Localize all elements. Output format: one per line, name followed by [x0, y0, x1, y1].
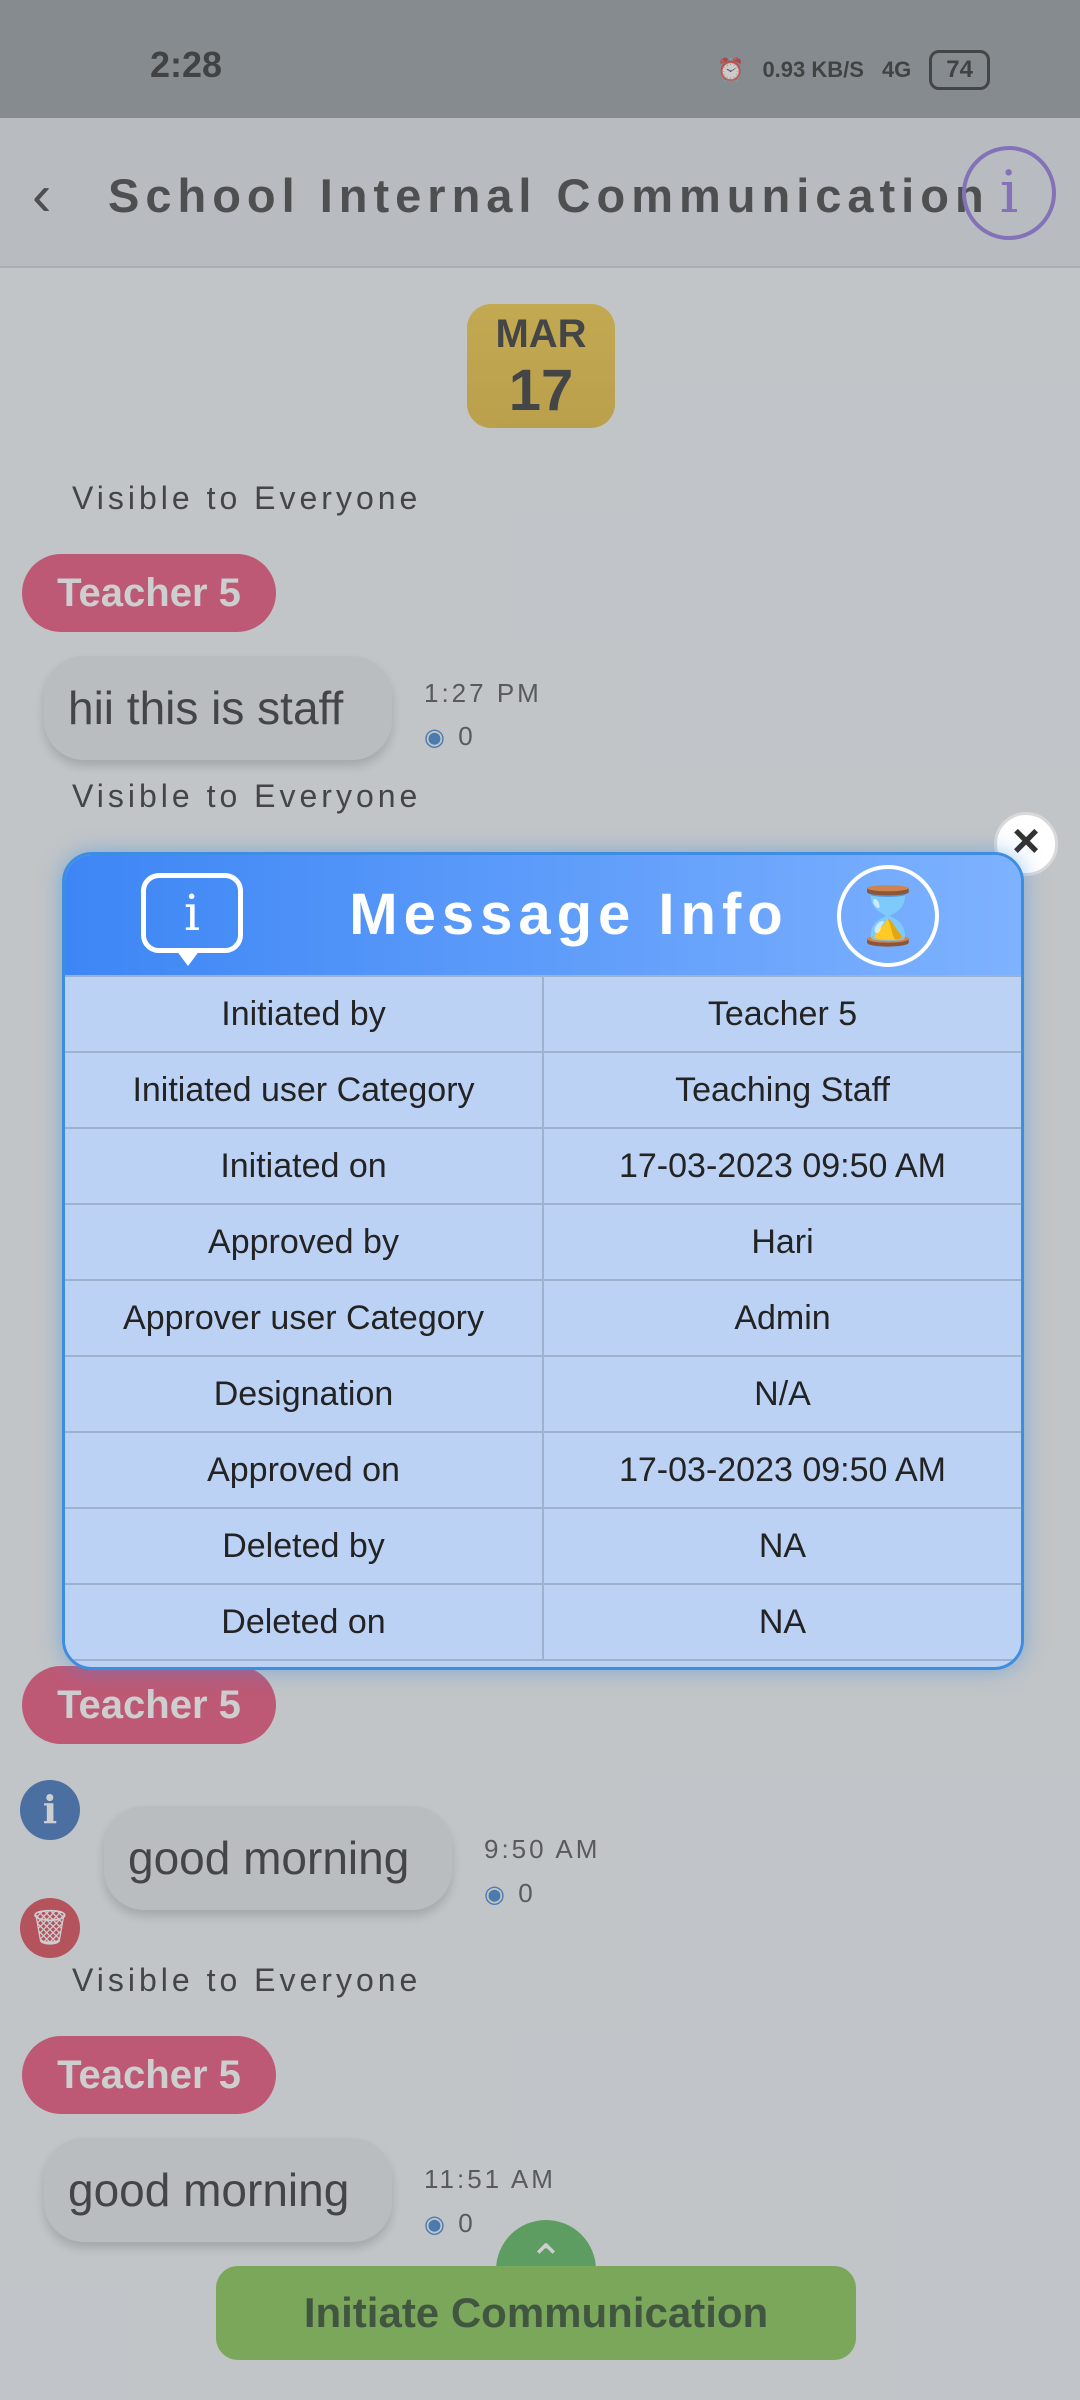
table-row: Deleted by NA [65, 1507, 1021, 1585]
message-info-icon: i [141, 873, 243, 966]
row-value: 17-03-2023 09:50 AM [542, 1431, 1021, 1509]
row-value: NA [542, 1507, 1021, 1585]
row-label: Approved on [65, 1431, 543, 1509]
row-label: Deleted on [65, 1583, 543, 1661]
row-label: Approved by [65, 1203, 543, 1281]
dialog-header: i Message Info ⌛ [65, 855, 1021, 975]
row-value: 17-03-2023 09:50 AM [542, 1127, 1021, 1205]
table-row: Initiated user Category Teaching Staff [65, 1051, 1021, 1129]
row-value: N/A [542, 1355, 1021, 1433]
table-row: Designation N/A [65, 1355, 1021, 1433]
table-row: Deleted on NA [65, 1583, 1021, 1661]
message-info-dialog: i Message Info ⌛ Initiated by Teacher 5 I… [62, 852, 1024, 1670]
row-value: Teacher 5 [542, 975, 1021, 1053]
row-label: Initiated by [65, 975, 543, 1053]
hourglass-icon: ⌛ [837, 865, 939, 967]
row-value: Admin [542, 1279, 1021, 1357]
row-label: Deleted by [65, 1507, 543, 1585]
table-row: Approver user Category Admin [65, 1279, 1021, 1357]
row-value: NA [542, 1583, 1021, 1661]
table-row: Initiated by Teacher 5 [65, 975, 1021, 1053]
table-row: Approved on 17-03-2023 09:50 AM [65, 1431, 1021, 1509]
message-info-table: Initiated by Teacher 5 Initiated user Cat… [65, 975, 1021, 1661]
row-value: Teaching Staff [542, 1051, 1021, 1129]
row-label: Initiated on [65, 1127, 543, 1205]
table-row: Initiated on 17-03-2023 09:50 AM [65, 1127, 1021, 1205]
dialog-title: Message Info [349, 882, 789, 947]
table-row: Approved by Hari [65, 1203, 1021, 1281]
row-label: Designation [65, 1355, 543, 1433]
row-label: Initiated user Category [65, 1051, 543, 1129]
screen: 2:28 ⏰ 0.93 KB/S 4G 74 ‹ School Internal… [0, 0, 1080, 2400]
row-label: Approver user Category [65, 1279, 543, 1357]
row-value: Hari [542, 1203, 1021, 1281]
